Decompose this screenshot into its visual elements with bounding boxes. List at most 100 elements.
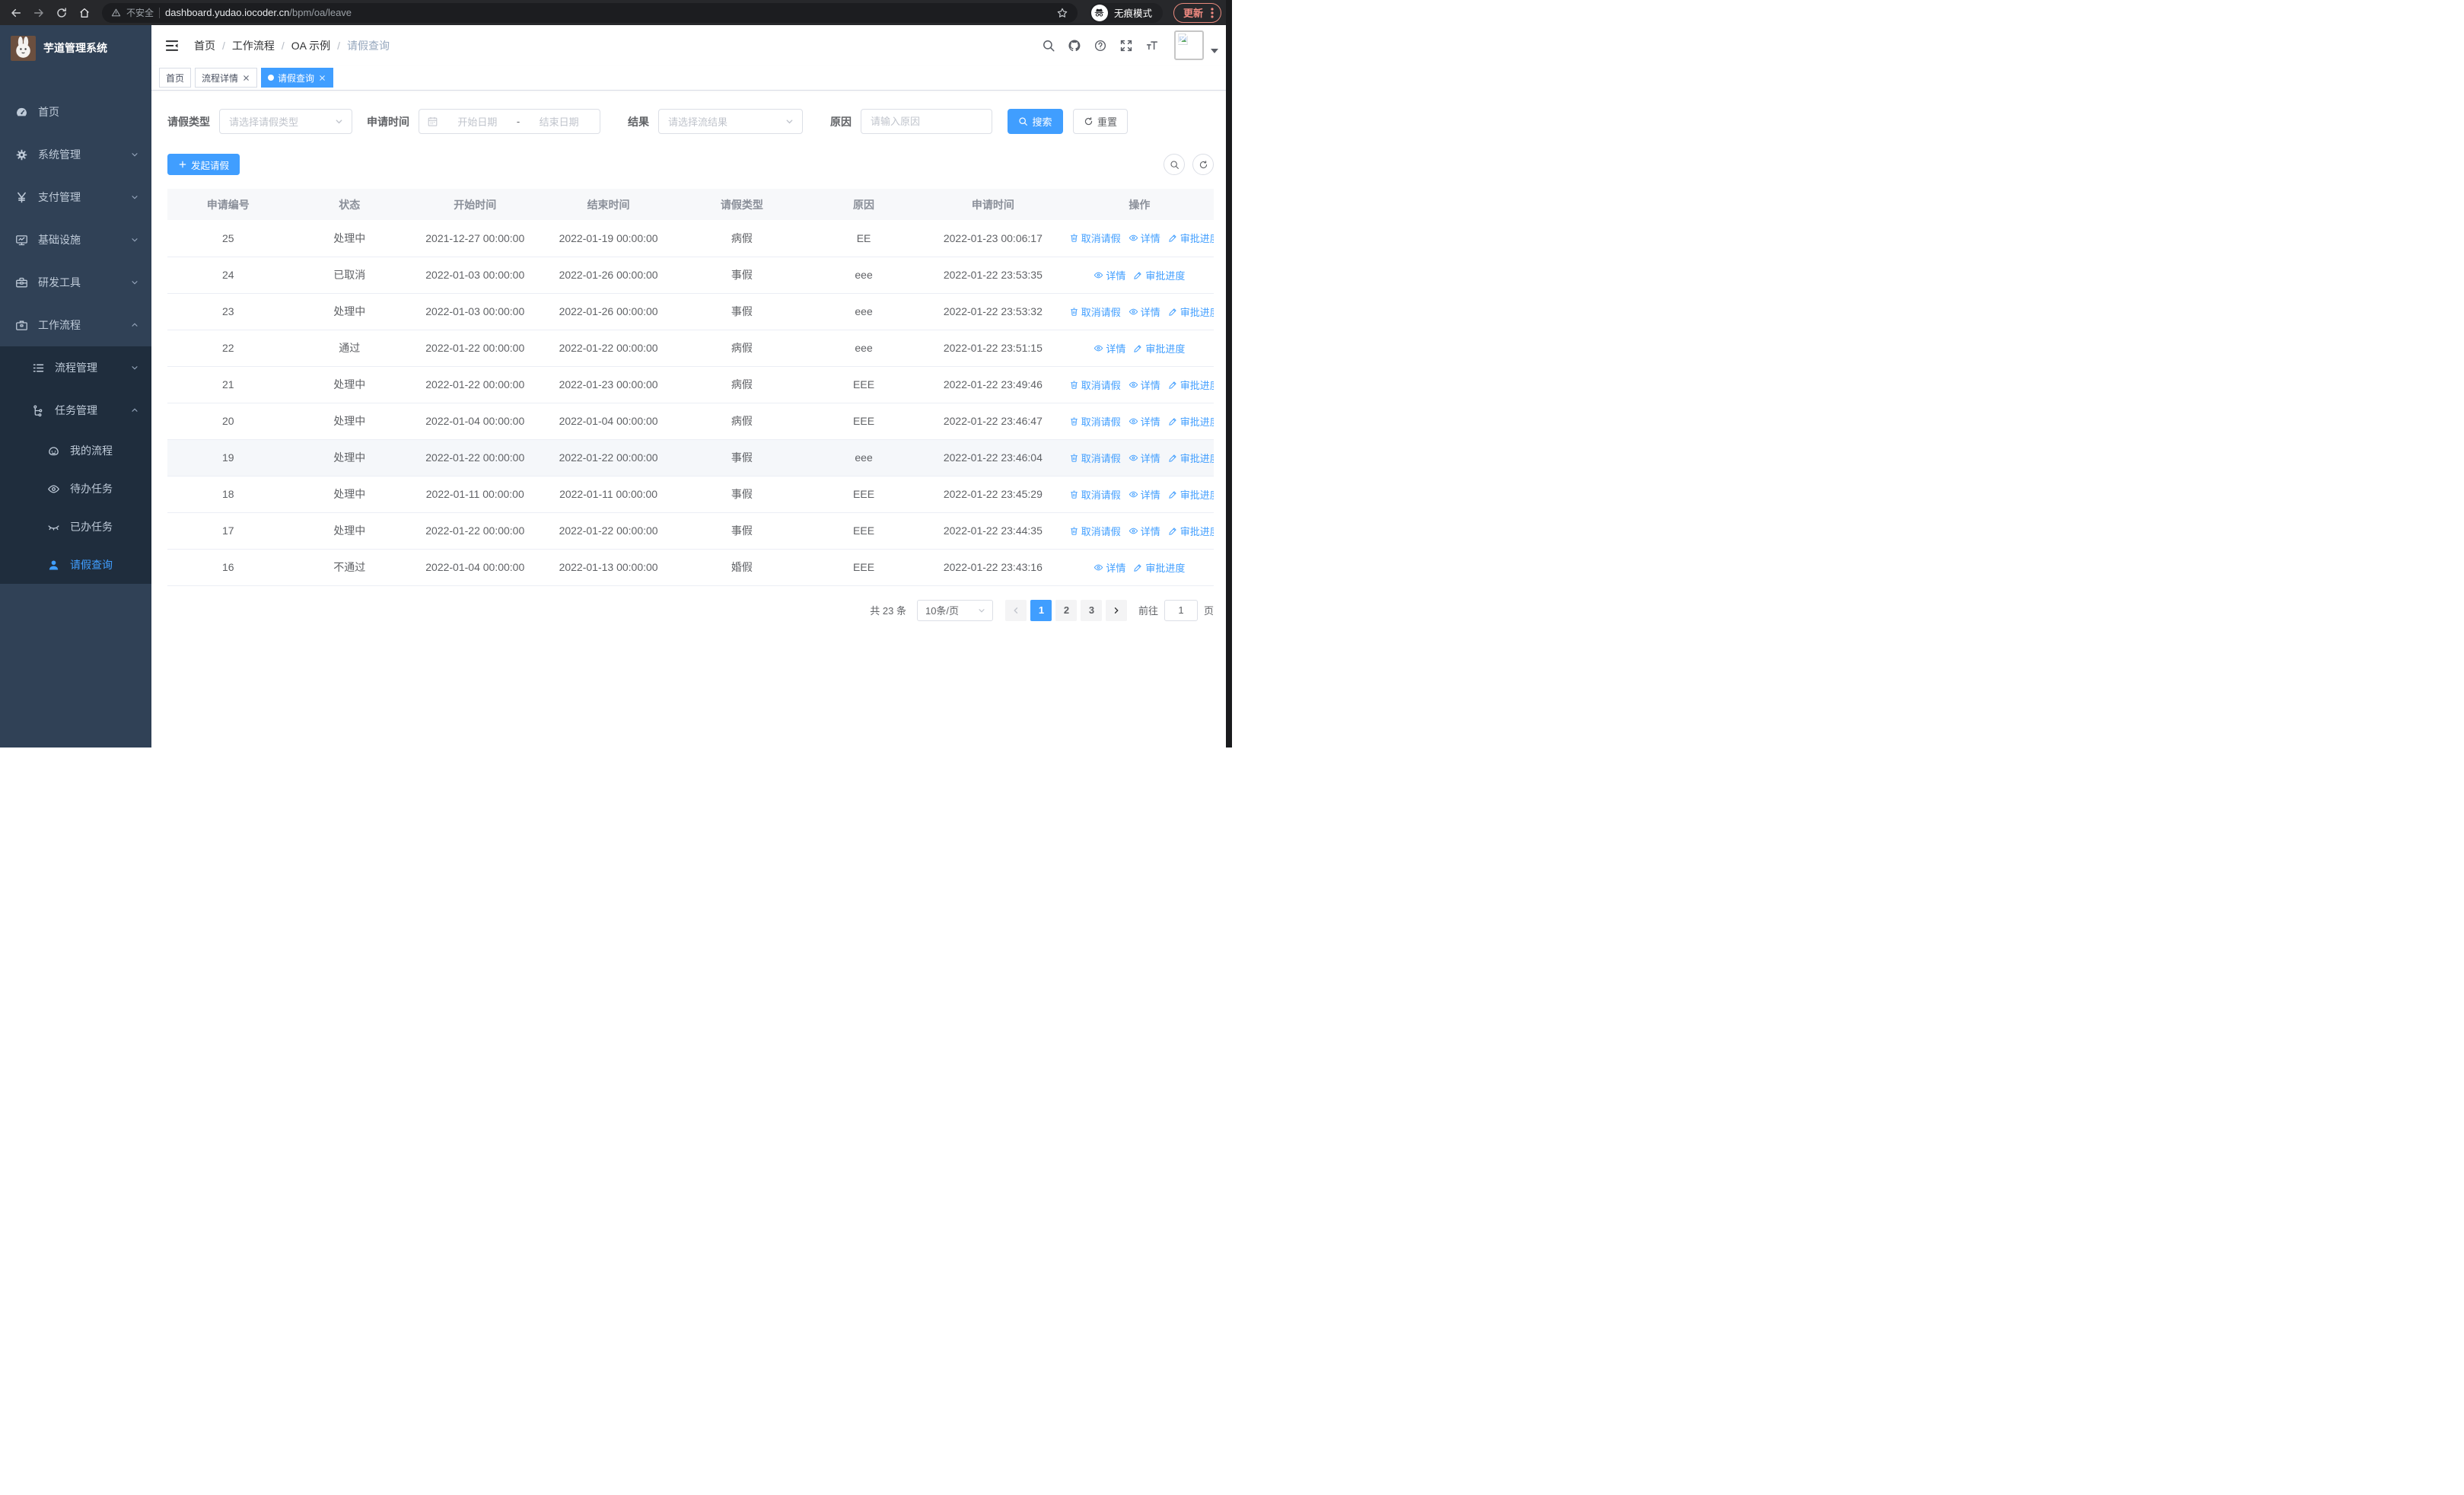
apply-time-range-picker[interactable]: 开始日期 - 结束日期 <box>419 109 600 134</box>
sidebar-item-done-tasks[interactable]: 已办任务 <box>0 508 151 546</box>
page-button-1[interactable]: 1 <box>1030 599 1052 621</box>
detail-link[interactable]: 详情 <box>1129 231 1160 245</box>
start-date-placeholder[interactable]: 开始日期 <box>444 114 511 129</box>
approval-progress-link[interactable]: 审批进度 <box>1133 341 1185 355</box>
cell-end: 2022-01-22 00:00:00 <box>540 512 677 550</box>
approval-progress-link[interactable]: 审批进度 <box>1168 231 1214 245</box>
browser-reload-button[interactable] <box>52 3 72 23</box>
sidebar-item-infrastructure[interactable]: 基础设施 <box>0 218 151 261</box>
browser-scrollbar[interactable] <box>1226 0 1232 748</box>
sidebar-item-leave-query[interactable]: 请假查询 <box>0 546 151 584</box>
detail-link[interactable]: 详情 <box>1129 378 1160 392</box>
reason-input[interactable] <box>871 116 982 127</box>
sidebar-item-todo-tasks[interactable]: 待办任务 <box>0 470 151 508</box>
cancel-leave-link[interactable]: 取消请假 <box>1069 487 1121 502</box>
close-icon[interactable] <box>242 74 250 82</box>
breadcrumb-item[interactable]: OA 示例 <box>291 38 330 53</box>
prev-page-button[interactable] <box>1005 599 1027 621</box>
user-avatar[interactable] <box>1174 30 1204 60</box>
bookmark-star-icon[interactable] <box>1056 7 1068 19</box>
goto-page-input[interactable] <box>1164 599 1198 621</box>
tab-process-detail[interactable]: 流程详情 <box>195 68 258 88</box>
detail-link[interactable]: 详情 <box>1094 341 1125 355</box>
sidebar-item-system-mgmt[interactable]: 系统管理 <box>0 133 151 176</box>
sidebar-item-payment-mgmt[interactable]: 支付管理 <box>0 176 151 218</box>
help-button[interactable] <box>1087 30 1113 61</box>
detail-link[interactable]: 详情 <box>1129 414 1160 429</box>
browser-back-button[interactable] <box>6 3 26 23</box>
briefcase-icon <box>15 319 28 332</box>
page-button-2[interactable]: 2 <box>1055 599 1078 621</box>
detail-link[interactable]: 详情 <box>1129 451 1160 465</box>
search-button[interactable]: 搜索 <box>1008 109 1063 134</box>
toggle-search-button[interactable] <box>1164 154 1185 175</box>
cell-reason: eee <box>807 257 921 294</box>
detail-link[interactable]: 详情 <box>1129 487 1160 502</box>
reason-label: 原因 <box>830 115 852 128</box>
page-content: 请假类型 请选择请假类型 申请时间 开始日期 - 结束日期 结果 请选择流结果 <box>151 91 1232 748</box>
browser-forward-button[interactable] <box>29 3 49 23</box>
approval-progress-link[interactable]: 审批进度 <box>1168 304 1214 319</box>
approval-progress-link[interactable]: 审批进度 <box>1168 414 1214 429</box>
approval-progress-link[interactable]: 审批进度 <box>1133 268 1185 282</box>
approval-progress-link[interactable]: 审批进度 <box>1168 378 1214 392</box>
sidebar-item-home[interactable]: 首页 <box>0 91 151 133</box>
sidebar-item-process-mgmt[interactable]: 流程管理 <box>0 346 151 389</box>
sidebar-item-task-mgmt[interactable]: 任务管理 <box>0 389 151 432</box>
table-row: 21 处理中 2022-01-22 00:00:00 2022-01-23 00:00… <box>167 366 1214 403</box>
reset-button[interactable]: 重置 <box>1073 109 1128 134</box>
leave-type-select[interactable]: 请选择请假类型 <box>219 109 352 134</box>
cell-type: 事假 <box>676 476 807 513</box>
approval-progress-link[interactable]: 审批进度 <box>1168 451 1214 465</box>
cancel-leave-link[interactable]: 取消请假 <box>1069 451 1121 465</box>
detail-link[interactable]: 详情 <box>1129 524 1160 538</box>
cancel-leave-link[interactable]: 取消请假 <box>1069 414 1121 429</box>
security-label[interactable]: 不安全 <box>126 6 154 19</box>
table-row: 25 处理中 2021-12-27 00:00:00 2022-01-19 00:00… <box>167 220 1214 257</box>
detail-link[interactable]: 详情 <box>1094 268 1125 282</box>
address-bar[interactable]: 不安全 dashboard.yudao.iocoder.cn/bpm/oa/le… <box>102 2 1078 23</box>
approval-progress-link[interactable]: 审批进度 <box>1168 524 1214 538</box>
approval-progress-link[interactable]: 审批进度 <box>1133 560 1185 575</box>
create-leave-button[interactable]: 发起请假 <box>167 154 240 175</box>
cancel-leave-link[interactable]: 取消请假 <box>1069 231 1121 245</box>
sidebar-toggle-icon[interactable] <box>164 38 180 53</box>
approval-progress-link[interactable]: 审批进度 <box>1168 487 1214 502</box>
result-select[interactable]: 请选择流结果 <box>658 109 803 134</box>
page-button-3[interactable]: 3 <box>1081 599 1103 621</box>
github-link-button[interactable] <box>1062 30 1087 61</box>
detail-link[interactable]: 详情 <box>1129 304 1160 319</box>
refresh-table-button[interactable] <box>1192 154 1214 175</box>
url-text[interactable]: dashboard.yudao.iocoder.cn/bpm/oa/leave <box>165 7 352 18</box>
breadcrumb-item[interactable]: 工作流程 <box>232 38 275 53</box>
user-menu-caret-icon[interactable] <box>1211 48 1218 53</box>
cell-start: 2022-01-22 00:00:00 <box>410 439 540 477</box>
cell-apply_time: 2022-01-22 23:45:29 <box>920 476 1065 513</box>
sidebar-item-workflow[interactable]: 工作流程 <box>0 304 151 346</box>
browser-update-button[interactable]: 更新 <box>1173 2 1221 23</box>
close-icon[interactable] <box>318 74 326 82</box>
fullscreen-button[interactable] <box>1113 30 1139 61</box>
tab-home[interactable]: 首页 <box>159 68 192 88</box>
sidebar: 芋道管理系统 首页 系统管理 支付管理 基础设施 研发工具 工作流程 流程管理 任务管理 我的流… <box>0 25 151 748</box>
tab-leave-query[interactable]: 请假查询 <box>261 68 334 88</box>
font-size-button[interactable] <box>1139 30 1165 61</box>
next-page-button[interactable] <box>1106 599 1128 621</box>
cancel-leave-link[interactable]: 取消请假 <box>1069 378 1121 392</box>
edit-icon <box>1133 270 1143 280</box>
cancel-leave-link[interactable]: 取消请假 <box>1069 524 1121 538</box>
breadcrumb-separator: / <box>222 39 225 52</box>
sidebar-item-my-process[interactable]: 我的流程 <box>0 432 151 470</box>
breadcrumb-item[interactable]: 首页 <box>194 38 215 53</box>
reason-input-wrap <box>861 109 992 134</box>
browser-menu-icon[interactable] <box>1211 7 1214 18</box>
header-search-button[interactable] <box>1036 30 1062 61</box>
eye-open-icon <box>1129 416 1138 426</box>
cell-start: 2022-01-22 00:00:00 <box>410 330 540 367</box>
page-size-select[interactable]: 10条/页 <box>916 599 993 621</box>
sidebar-item-dev-tools[interactable]: 研发工具 <box>0 261 151 304</box>
browser-home-button[interactable] <box>75 3 94 23</box>
end-date-placeholder[interactable]: 结束日期 <box>526 114 592 129</box>
cancel-leave-link[interactable]: 取消请假 <box>1069 304 1121 319</box>
detail-link[interactable]: 详情 <box>1094 560 1125 575</box>
